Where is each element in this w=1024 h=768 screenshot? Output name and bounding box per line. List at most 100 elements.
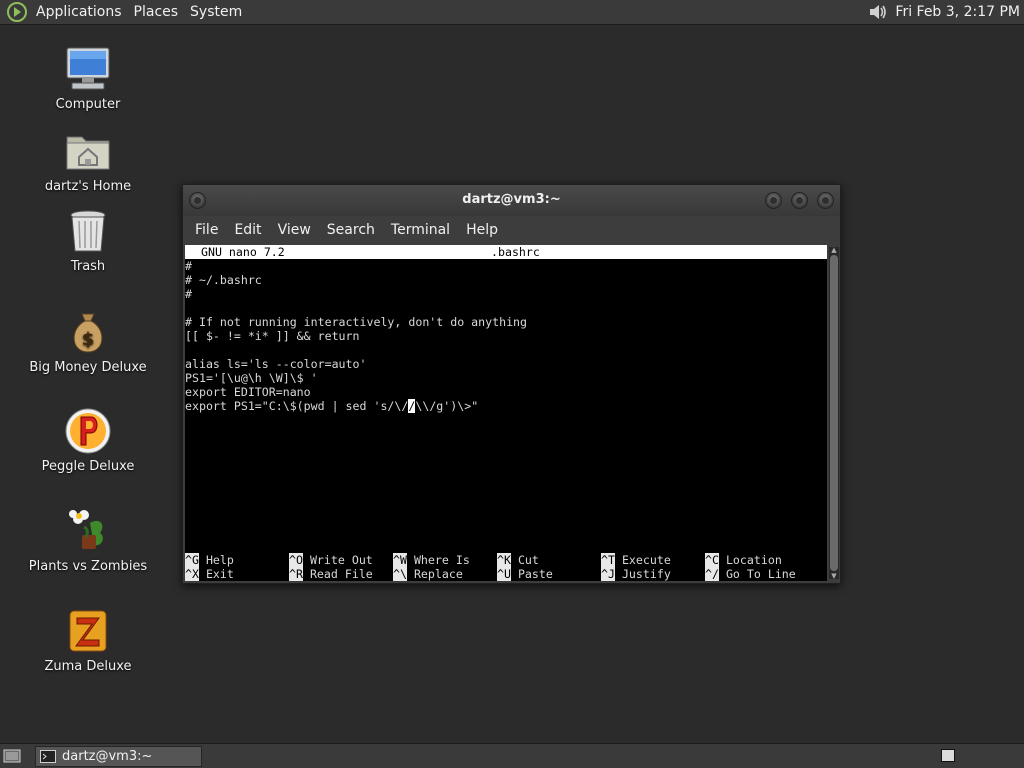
places-menu[interactable]: Places [128,0,185,25]
desktop-icon-computer[interactable]: Computer [13,45,163,112]
editor-line: [[ $- != *i* ]] && return [185,329,360,343]
editor-line: PS1='[\u@\h \W]\$ ' [185,371,318,385]
show-desktop-icon[interactable] [3,748,21,764]
computer-icon [66,47,110,90]
desktop-icon-label: Trash [70,259,106,274]
desktop-icon-label: dartz's Home [44,179,132,194]
shortcut-cut: ^K Cut [497,553,539,567]
shortcut-key: ^O [289,553,303,567]
window-titlebar[interactable]: dartz@vm3:~ [183,185,840,216]
shortcut-label: Execute [621,553,671,567]
svg-text:$: $ [82,329,95,350]
shortcut-label: Justify [621,567,671,581]
desktop-icon-home[interactable]: dartz's Home [13,127,163,194]
terminal-screen[interactable]: GNU nano 7.2 .bashrc # # ~/.bashrc # # I… [185,245,827,581]
window-title: dartz@vm3:~ [462,192,561,207]
linux-mint-logo-icon[interactable] [6,1,28,23]
terminal-menubar: File Edit View Search Terminal Help [183,216,840,244]
nano-version: GNU nano 7.2 [201,245,285,259]
editor-line: # [185,287,827,301]
shortcut-label: Go To Line [725,567,796,581]
home-folder-icon [66,136,110,170]
maximize-button[interactable] [791,192,808,209]
scrollbar-thumb[interactable] [830,255,838,571]
menu-terminal[interactable]: Terminal [383,222,458,238]
minimize-button[interactable] [765,192,782,209]
menu-view[interactable]: View [270,222,319,238]
shortcut-key: ^K [497,553,511,567]
nano-editor-text[interactable]: # # ~/.bashrc # # If not running interac… [185,259,827,413]
shortcut-label: Help [205,553,234,567]
shortcut-label: Write Out [309,553,373,567]
top-menu: Applications Places System [0,0,248,24]
nano-header: GNU nano 7.2 .bashrc [185,245,827,259]
shortcut-label: Exit [205,567,234,581]
menu-help[interactable]: Help [458,222,506,238]
taskbar-button-label: dartz@vm3:~ [62,749,153,764]
peggle-icon [65,408,111,454]
system-menu[interactable]: System [184,0,248,25]
top-panel-tray: Fri Feb 3, 2:17 PM [867,1,1024,23]
zuma-icon [69,610,107,652]
nano-shortcut-bar: ^G Help ^O Write Out ^W Where Is ^K Cut … [185,553,827,581]
shortcut-key: ^X [185,567,199,581]
shortcut-key: ^\ [393,567,407,581]
shortcut-key: ^T [601,553,615,567]
nano-filename: .bashrc [491,245,540,259]
shortcut-label: Read File [309,567,373,581]
desktop-icon-plants-vs-zombies[interactable]: Plants vs Zombies [13,507,163,574]
menu-edit[interactable]: Edit [226,222,269,238]
cursor-line-before: export PS1="C:\$(pwd | sed 's/\/ [185,399,409,413]
taskbar-button-terminal[interactable]: dartz@vm3:~ [35,746,202,767]
editor-line: export EDITOR=nano [185,385,311,399]
scroll-down-icon[interactable]: ▼ [830,573,838,580]
clock[interactable]: Fri Feb 3, 2:17 PM [889,4,1020,20]
shortcut-key: ^U [497,567,511,581]
desktop-icon-label: Peggle Deluxe [41,459,135,474]
shortcut-label: Cut [517,553,539,567]
editor-line-current: export PS1="C:\$(pwd | sed 's/\//\\/g')\… [185,399,827,413]
shortcut-exit: ^X Exit [185,567,234,581]
editor-line: alias ls='ls --color=auto' [185,357,367,371]
terminal-scrollbar[interactable]: ▲ ▼ [829,247,839,580]
bottom-panel: dartz@vm3:~ [0,743,1024,768]
shortcut-row: ^G Help ^O Write Out ^W Where Is ^K Cut … [185,553,827,567]
shortcut-label: Replace [413,567,463,581]
desktop-icon-zuma[interactable]: Zuma Deluxe [13,607,163,674]
shortcut-label: Where Is [413,553,470,567]
shortcut-where-is: ^W Where Is [393,553,470,567]
workspace-switcher[interactable] [941,749,955,762]
menu-file[interactable]: File [187,222,226,238]
applications-menu[interactable]: Applications [30,0,128,25]
shortcut-row: ^X Exit ^R Read File ^\ Replace ^U Paste… [185,567,827,581]
shortcut-go-to-line: ^/ Go To Line [705,567,796,581]
shortcut-location: ^C Location [705,553,782,567]
desktop-icon-label: Computer [55,97,121,112]
terminal-window[interactable]: dartz@vm3:~ File Edit View Search Termin… [182,184,841,584]
shortcut-key: ^R [289,567,303,581]
desktop-icon-big-money[interactable]: $ Big Money Deluxe [13,308,163,375]
desktop-icon-trash[interactable]: Trash [13,207,163,274]
volume-icon[interactable] [867,1,889,23]
desktop-icon-label: Plants vs Zombies [28,559,148,574]
shortcut-label: Paste [517,567,553,581]
menu-search[interactable]: Search [319,222,383,238]
desktop-icon-peggle[interactable]: Peggle Deluxe [13,407,163,474]
shortcut-justify: ^J Justify [601,567,671,581]
scroll-up-icon[interactable]: ▲ [830,247,838,254]
shortcut-key: ^/ [705,567,719,581]
desktop-icon-label: Big Money Deluxe [29,360,147,375]
plants-vs-zombies-icon [69,510,103,549]
shortcut-write-out: ^O Write Out [289,553,373,567]
editor-line: # If not running interactively, don't do… [185,315,528,329]
close-button[interactable] [817,192,834,209]
shortcut-label: Location [725,553,782,567]
trash-icon [70,210,106,252]
shortcut-key: ^J [601,567,615,581]
terminal-icon [40,750,56,763]
editor-line: # ~/.bashrc [185,273,827,287]
shortcut-paste: ^U Paste [497,567,553,581]
shortcut-read-file: ^R Read File [289,567,373,581]
